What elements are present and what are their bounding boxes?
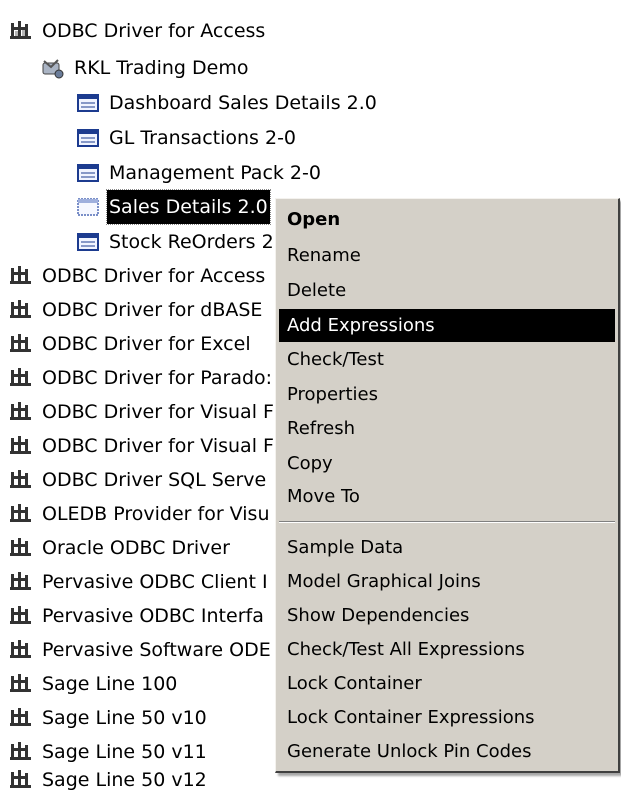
satellite-datasource-icon bbox=[42, 59, 64, 79]
tree-node-driver[interactable]: ODBC Driver for Access bbox=[8, 259, 267, 293]
menu-item-lock-container-expressions[interactable]: Lock Container Expressions bbox=[279, 701, 615, 734]
tree-node-label: ODBC Driver for Visual F bbox=[42, 435, 274, 457]
tree-node-container[interactable]: Dashboard Sales Details 2.0 bbox=[75, 86, 379, 120]
odbc-driver-icon bbox=[10, 538, 31, 556]
tree-node-label: Sage Line 50 v10 bbox=[42, 707, 207, 729]
odbc-driver-icon bbox=[10, 770, 31, 788]
tree-node-container[interactable]: GL Transactions 2-0 bbox=[75, 121, 298, 155]
menu-item-model-graphical-joins[interactable]: Model Graphical Joins bbox=[279, 565, 615, 598]
odbc-driver-icon bbox=[10, 504, 31, 522]
menu-item-copy[interactable]: Copy bbox=[279, 447, 615, 480]
tree-node-label: ODBC Driver for dBASE bbox=[42, 299, 263, 321]
odbc-driver-icon bbox=[10, 640, 31, 658]
odbc-driver-icon bbox=[10, 742, 31, 760]
odbc-driver-icon bbox=[10, 606, 31, 624]
tree-node-label: ODBC Driver for Parado: bbox=[42, 367, 273, 389]
menu-item-rename[interactable]: Rename bbox=[279, 239, 615, 272]
odbc-driver-icon bbox=[10, 334, 31, 352]
container-icon bbox=[77, 198, 99, 216]
tree-node-container[interactable]: Stock ReOrders 2 bbox=[75, 225, 276, 259]
tree-node-driver[interactable]: Sage Line 50 v10 bbox=[8, 701, 209, 735]
tree-node-container-selected[interactable]: Sales Details 2.0 bbox=[75, 189, 271, 225]
menu-item-properties[interactable]: Properties bbox=[279, 378, 615, 411]
tree-node-label: Pervasive ODBC Interfa bbox=[42, 605, 264, 627]
menu-item-generate-unlock-pin-codes[interactable]: Generate Unlock Pin Codes bbox=[279, 735, 615, 768]
container-icon bbox=[77, 233, 99, 251]
menu-item-show-dependencies[interactable]: Show Dependencies bbox=[279, 599, 615, 632]
odbc-driver-icon bbox=[10, 436, 31, 454]
tree-node-driver[interactable]: ODBC Driver for Visual F bbox=[8, 395, 276, 429]
odbc-driver-icon bbox=[10, 708, 31, 726]
menu-item-move-to[interactable]: Move To bbox=[279, 480, 615, 513]
menu-item-check-test-all-expressions[interactable]: Check/Test All Expressions bbox=[279, 633, 615, 666]
tree-node-datasource[interactable]: RKL Trading Demo bbox=[40, 51, 251, 85]
tree-node-driver[interactable]: ODBC Driver for Visual F bbox=[8, 429, 276, 463]
menu-item-refresh[interactable]: Refresh bbox=[279, 412, 615, 445]
tree-node-label: ODBC Driver for Access bbox=[42, 265, 266, 287]
tree-node-driver[interactable]: ODBC Driver SQL Serve bbox=[8, 463, 268, 497]
odbc-driver-icon bbox=[10, 266, 31, 284]
odbc-driver-icon bbox=[10, 572, 31, 590]
odbc-driver-icon bbox=[10, 368, 31, 386]
menu-item-delete[interactable]: Delete bbox=[279, 274, 615, 307]
tree-node-label: Oracle ODBC Driver bbox=[42, 537, 230, 559]
container-icon bbox=[77, 164, 99, 182]
container-icon bbox=[77, 94, 99, 112]
tree-node-root-driver[interactable]: ODBC Driver for Access bbox=[8, 14, 267, 48]
menu-item-check-test[interactable]: Check/Test bbox=[279, 343, 615, 376]
context-menu: Open Rename Delete Add Expressions Check… bbox=[275, 198, 620, 773]
tree-node-driver[interactable]: ODBC Driver for Parado: bbox=[8, 361, 274, 395]
tree-node-driver[interactable]: Oracle ODBC Driver bbox=[8, 531, 232, 565]
tree-node-label: Sage Line 100 bbox=[42, 673, 178, 695]
odbc-driver-icon bbox=[10, 402, 31, 420]
tree-node-label: ODBC Driver for Excel bbox=[42, 333, 251, 355]
tree-node-label: Dashboard Sales Details 2.0 bbox=[109, 92, 377, 114]
tree-node-label: Management Pack 2-0 bbox=[109, 162, 321, 184]
tree-node-driver[interactable]: Pervasive ODBC Client I bbox=[8, 565, 270, 599]
tree-node-driver[interactable]: ODBC Driver for dBASE bbox=[8, 293, 264, 327]
tree-node-label: RKL Trading Demo bbox=[74, 57, 249, 79]
tree-node-label: Pervasive Software ODE bbox=[42, 639, 271, 661]
menu-item-add-expressions[interactable]: Add Expressions bbox=[279, 309, 615, 342]
odbc-driver-icon bbox=[10, 300, 31, 318]
tree-node-label: GL Transactions 2-0 bbox=[109, 127, 297, 149]
tree-node-driver[interactable]: Pervasive Software ODE bbox=[8, 633, 273, 667]
tree-node-driver[interactable]: OLEDB Provider for Visu bbox=[8, 497, 271, 531]
odbc-driver-icon bbox=[10, 674, 31, 692]
tree-node-label: ODBC Driver for Access bbox=[42, 20, 266, 42]
odbc-driver-icon bbox=[10, 470, 31, 488]
menu-item-open[interactable]: Open bbox=[279, 203, 615, 236]
tree-node-label: Sales Details 2.0 bbox=[106, 189, 271, 225]
menu-item-sample-data[interactable]: Sample Data bbox=[279, 531, 615, 564]
tree-node-label: OLEDB Provider for Visu bbox=[42, 503, 270, 525]
tree-node-driver[interactable]: Pervasive ODBC Interfa bbox=[8, 599, 266, 633]
tree-node-label: ODBC Driver for Visual F bbox=[42, 401, 274, 423]
tree-node-driver[interactable]: ODBC Driver for Excel bbox=[8, 327, 253, 361]
tree-node-label: ODBC Driver SQL Serve bbox=[42, 469, 267, 491]
tree-node-driver[interactable]: Sage Line 100 bbox=[8, 667, 179, 701]
tree-node-label: Stock ReOrders 2 bbox=[109, 231, 274, 253]
menu-item-lock-container[interactable]: Lock Container bbox=[279, 667, 615, 700]
container-icon bbox=[77, 129, 99, 147]
tree-node-label: Pervasive ODBC Client I bbox=[42, 571, 268, 593]
odbc-driver-icon bbox=[10, 21, 31, 39]
menu-separator bbox=[279, 521, 615, 523]
tree-node-container[interactable]: Management Pack 2-0 bbox=[75, 156, 323, 190]
